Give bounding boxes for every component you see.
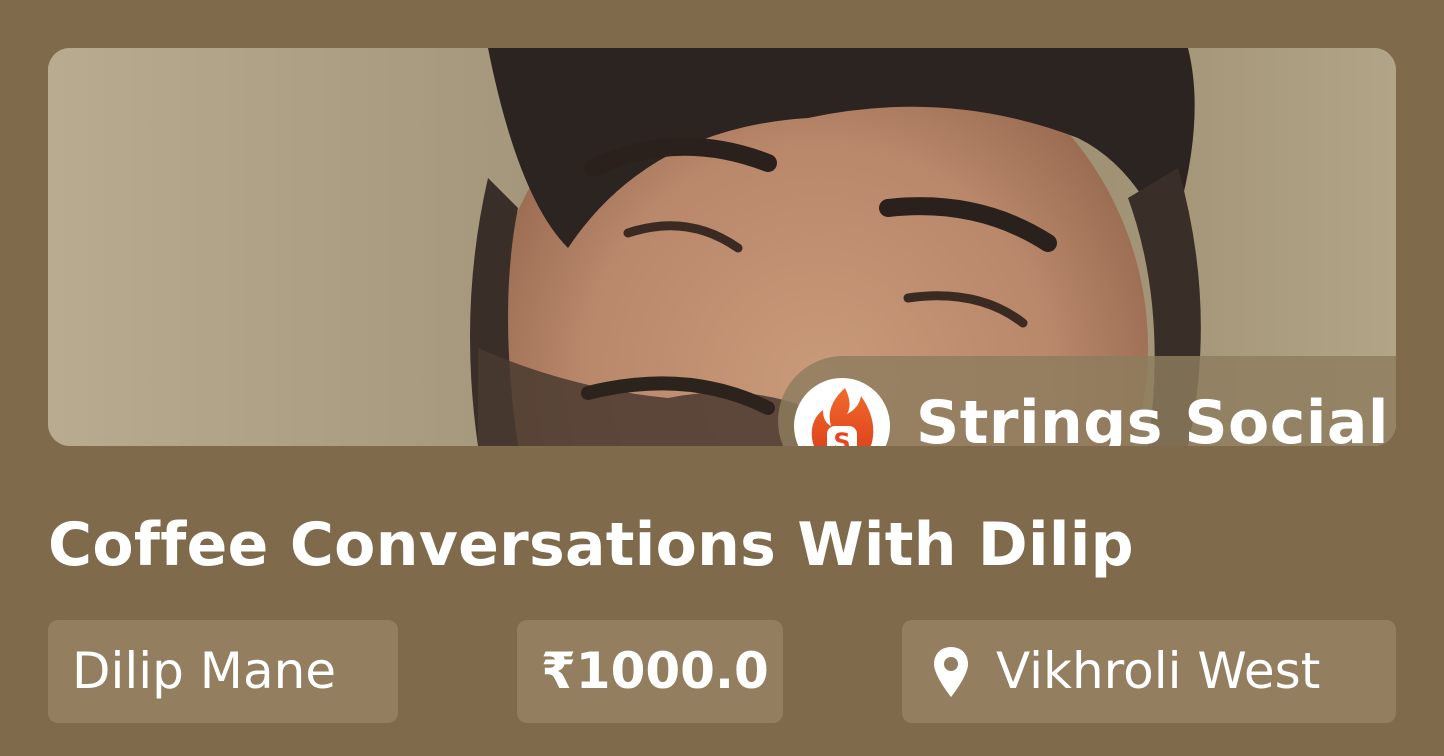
price-chip: ₹1000.0	[517, 620, 783, 723]
brand-badge: S Strings Social	[778, 356, 1396, 446]
brand-name: Strings Social	[916, 388, 1389, 446]
flame-icon: S	[811, 388, 874, 446]
host-name: Dilip Mane	[72, 642, 337, 700]
location-name: Vikhroli West	[996, 642, 1321, 700]
host-chip: Dilip Mane	[48, 620, 398, 723]
event-card: S Strings Social Coffee Conversations Wi…	[0, 0, 1444, 756]
location-chip: Vikhroli West	[902, 620, 1396, 723]
svg-text:S: S	[833, 428, 850, 446]
brand-logo: S	[794, 378, 890, 446]
map-pin-icon	[934, 646, 968, 697]
event-title: Coffee Conversations With Dilip	[48, 510, 1134, 580]
price-value: ₹1000.0	[541, 642, 769, 700]
host-photo: S Strings Social	[48, 48, 1396, 446]
